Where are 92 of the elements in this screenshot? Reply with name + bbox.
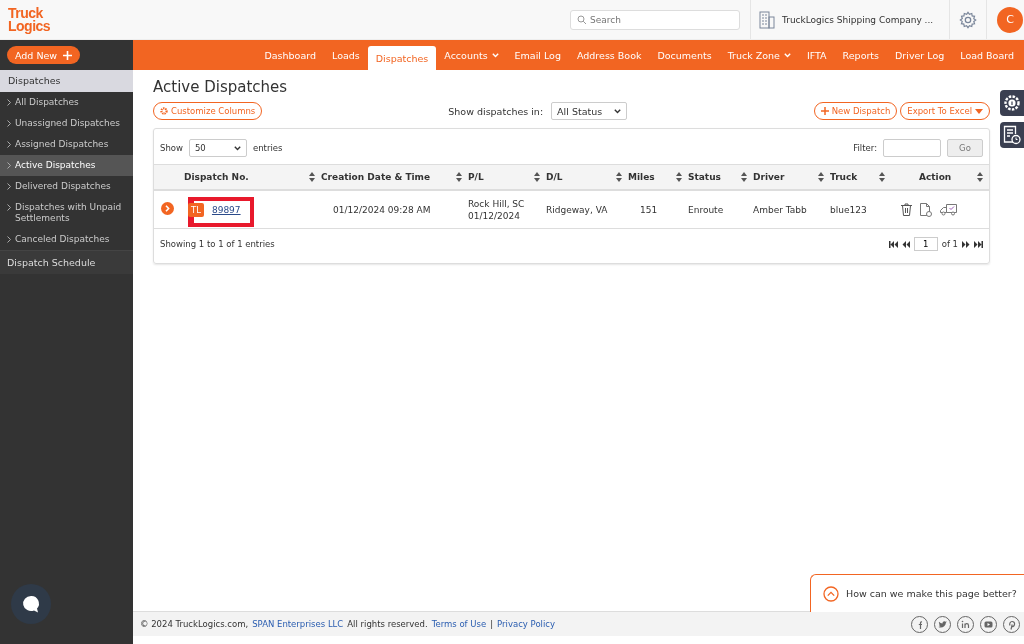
document-icon[interactable] xyxy=(920,202,932,217)
activity-log-button[interactable] xyxy=(1000,122,1024,148)
filter-label: Filter: xyxy=(853,143,877,153)
page-number-field[interactable]: 1 xyxy=(913,237,938,251)
pinterest-icon[interactable] xyxy=(1003,615,1020,633)
next-page-icon[interactable] xyxy=(962,240,970,248)
sort-icon[interactable] xyxy=(818,172,824,182)
column-header[interactable]: P/L xyxy=(468,172,484,182)
info-settings-button[interactable] xyxy=(1000,90,1024,116)
sort-icon[interactable] xyxy=(616,172,622,182)
column-header[interactable]: Dispatch No. xyxy=(184,172,249,182)
sidebar-item[interactable]: Dispatch Schedule xyxy=(0,250,133,274)
gear-icon xyxy=(160,107,168,115)
column-header[interactable]: Status xyxy=(688,172,721,182)
rights-text: All rights reserved. xyxy=(347,619,428,629)
go-button[interactable]: Go xyxy=(947,139,983,157)
separator-text: | xyxy=(490,619,494,629)
sidebar-item[interactable]: Dispatches with Unpaid Settlements xyxy=(0,197,133,229)
entries-label: entries xyxy=(252,143,283,153)
sort-icon[interactable] xyxy=(534,172,540,182)
sort-icon[interactable] xyxy=(879,172,885,182)
trash-icon[interactable] xyxy=(901,203,912,216)
column-header[interactable]: Action xyxy=(919,172,952,182)
chevron-up-icon xyxy=(823,585,839,602)
copyright-text: © 2024 TruckLogics.com, xyxy=(140,619,249,629)
sidebar-item[interactable]: All Dispatches xyxy=(0,92,133,113)
linkedin-icon[interactable] xyxy=(957,615,974,633)
expand-row-icon[interactable] xyxy=(161,202,174,215)
sidebar-item[interactable]: Canceled Dispatches xyxy=(0,229,133,250)
terms-link[interactable]: Terms of Use xyxy=(431,619,487,629)
sidebar-item[interactable]: Assigned Dispatches xyxy=(0,134,133,155)
chevron-right-icon xyxy=(7,99,11,106)
table-cell-text: 01/12/2024 09:28 AM xyxy=(332,204,431,215)
table-cell-text: 151 xyxy=(639,204,658,215)
sidebar-item[interactable]: Unassigned Dispatches xyxy=(0,113,133,134)
plus-icon xyxy=(820,107,829,115)
sidebar-item[interactable]: Active Dispatches xyxy=(0,155,133,176)
company-link[interactable]: SPAN Enterprises LLC xyxy=(252,619,344,629)
chevron-right-icon xyxy=(7,120,11,127)
column-header[interactable]: D/L xyxy=(546,172,563,182)
chevron-right-icon xyxy=(7,162,11,169)
search-icon xyxy=(577,14,587,25)
settings-icon[interactable] xyxy=(959,10,977,29)
column-header[interactable]: Driver xyxy=(753,172,785,182)
caret-icon xyxy=(233,145,241,151)
chat-button[interactable] xyxy=(11,584,51,624)
table-cell: Amber Tabb xyxy=(753,204,807,215)
feedback-button[interactable]: How can we make this page better? xyxy=(810,574,1024,612)
table-info: Showing 1 to 1 of 1 entries xyxy=(160,239,275,249)
document-clock-icon xyxy=(1003,125,1021,145)
last-page-icon[interactable] xyxy=(974,240,983,248)
gear-info-icon xyxy=(1003,94,1021,112)
table-cell: Ridgeway, VA xyxy=(546,204,608,215)
page-title: Active Dispatches xyxy=(153,78,289,96)
sort-icon[interactable] xyxy=(977,172,983,182)
truck-check-icon[interactable] xyxy=(940,203,958,216)
chevron-right-icon xyxy=(7,183,11,190)
filter-field[interactable] xyxy=(883,139,941,157)
table-cell: Enroute xyxy=(688,204,724,215)
caret-down-icon xyxy=(975,108,983,114)
dispatch-number-link[interactable]: 89897 xyxy=(211,204,241,215)
privacy-link[interactable]: Privacy Policy xyxy=(497,619,555,629)
chevron-right-icon xyxy=(7,236,11,243)
plus-icon xyxy=(63,50,73,60)
sidebar-item[interactable]: Delivered Dispatches xyxy=(0,176,133,197)
sort-icon[interactable] xyxy=(309,172,315,182)
sort-icon[interactable] xyxy=(741,172,747,182)
facebook-icon[interactable] xyxy=(911,615,928,633)
chevron-right-icon xyxy=(7,204,11,211)
company-name[interactable]: TruckLogics Shipping Company ... xyxy=(782,14,934,25)
twitter-icon[interactable] xyxy=(934,615,951,633)
status-select[interactable]: All Status xyxy=(551,102,628,120)
building-icon xyxy=(759,10,775,29)
column-header[interactable]: Truck xyxy=(830,172,858,182)
page-count: of 1 xyxy=(941,239,958,249)
sort-icon[interactable] xyxy=(456,172,462,182)
table-cell: blue123 xyxy=(830,204,867,215)
column-header[interactable]: Miles xyxy=(628,172,655,182)
sort-icon[interactable] xyxy=(676,172,682,182)
first-page-icon[interactable] xyxy=(888,240,898,248)
caret-icon xyxy=(614,108,622,114)
previous-page-icon[interactable] xyxy=(901,240,910,248)
load-type-badge: TL xyxy=(188,202,204,217)
status-filter-label: Show dispatches in: xyxy=(448,105,544,117)
search-field[interactable]: Search xyxy=(570,9,740,30)
entries-select[interactable]: 50 xyxy=(188,139,247,157)
chat-bubble-icon xyxy=(21,594,41,614)
sidebar-section-header[interactable]: Dispatches xyxy=(0,70,133,92)
chevron-right-icon xyxy=(7,141,11,148)
table-cell-text: Rock Hill, SC 01/12/2024 xyxy=(468,197,526,222)
youtube-icon[interactable] xyxy=(980,615,997,633)
show-label: Show xyxy=(160,143,183,153)
